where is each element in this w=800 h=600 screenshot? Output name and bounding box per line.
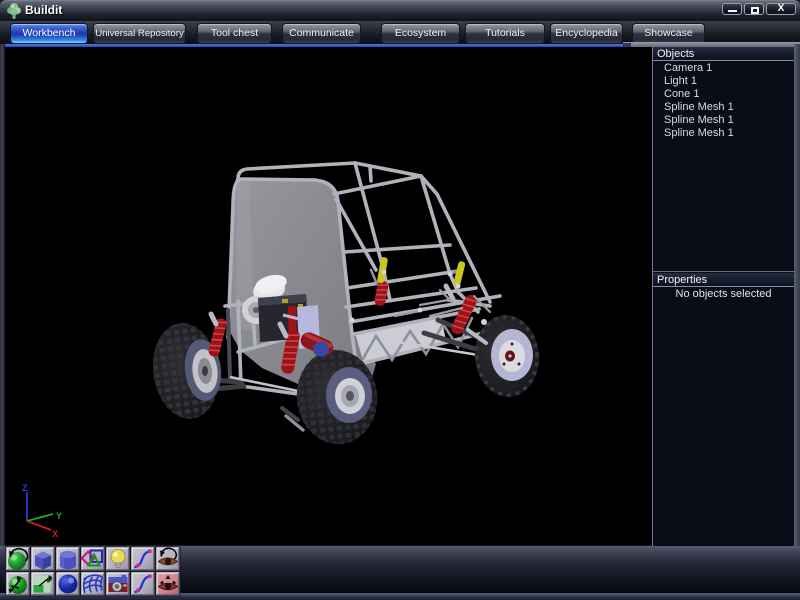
svg-text:X: X: [52, 529, 58, 539]
svg-text:Z: Z: [22, 483, 28, 493]
svg-text:Y: Y: [56, 511, 62, 521]
